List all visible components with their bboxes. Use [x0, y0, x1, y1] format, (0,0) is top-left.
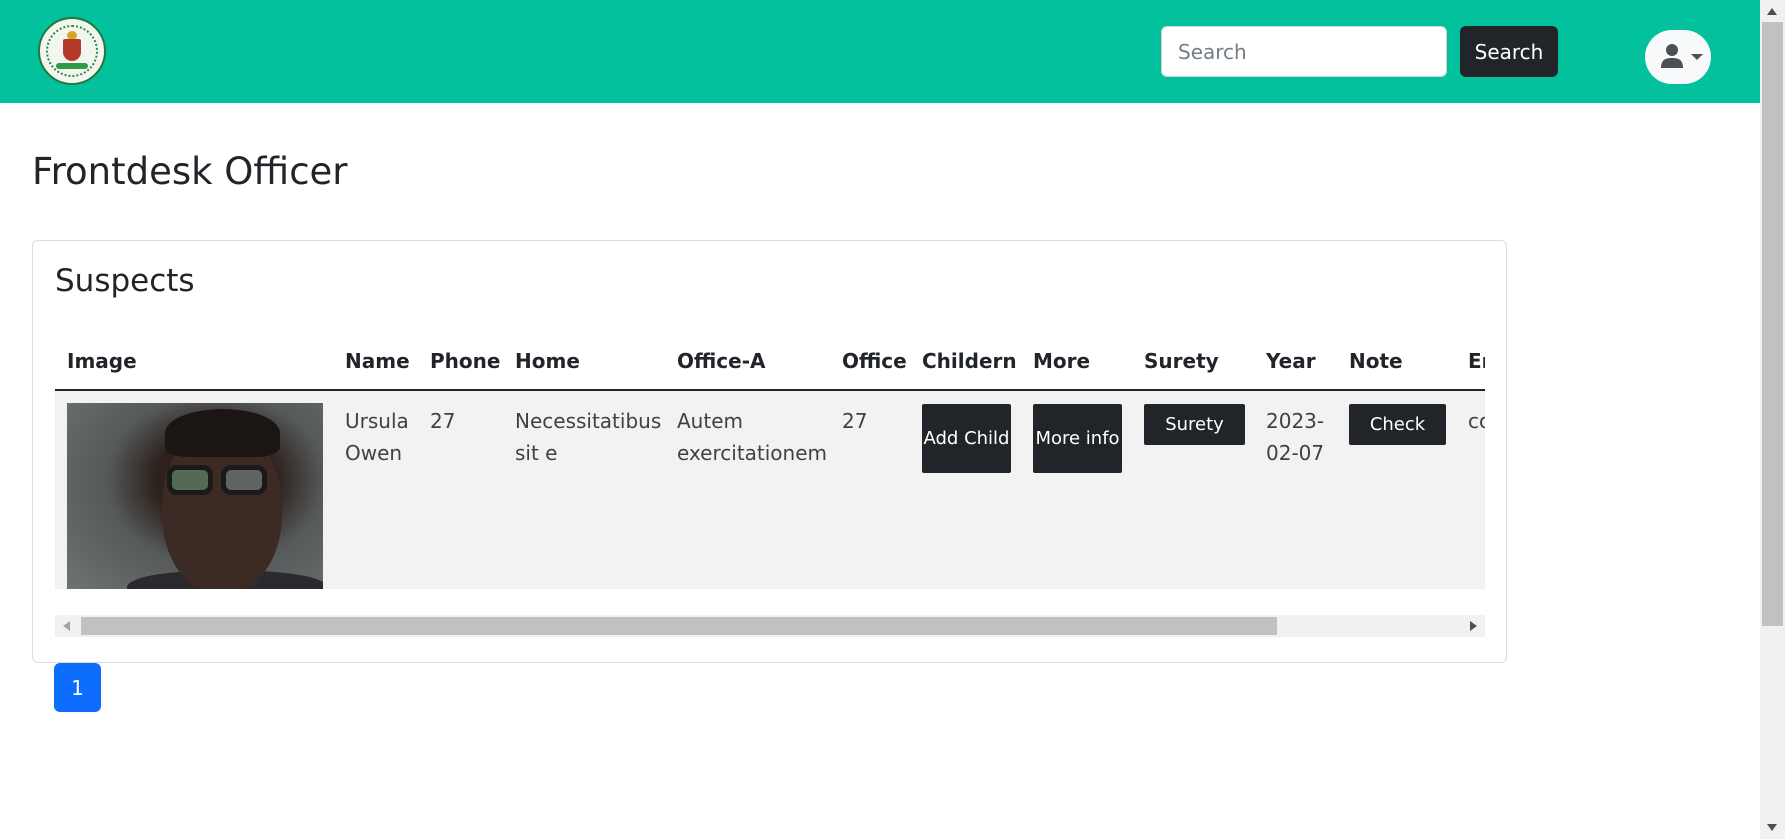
user-menu-dropdown[interactable] [1645, 30, 1711, 84]
suspects-card: Suspects Image Name Phone Home Office-A … [32, 240, 1507, 663]
cell-year: 2023-02-07 [1266, 409, 1325, 465]
pagination-page-1[interactable]: 1 [54, 663, 101, 712]
column-header-home: Home [515, 349, 580, 373]
search-button[interactable]: Search [1460, 26, 1558, 77]
logo-shield [63, 39, 81, 61]
cell-office: 27 [842, 409, 868, 433]
search-input[interactable] [1161, 26, 1447, 77]
chevron-down-icon [1691, 54, 1703, 60]
check-button[interactable]: Check [1349, 404, 1446, 445]
suspects-table: Image Name Phone Home Office-A Office Ch… [55, 327, 1485, 589]
column-header-surety: Surety [1144, 349, 1219, 373]
horizontal-scrollbar[interactable] [55, 615, 1485, 637]
suspect-photo [67, 403, 323, 589]
top-navbar: Search [0, 0, 1760, 103]
cell-name: Ursula Owen [345, 409, 409, 465]
scroll-left-icon[interactable] [63, 621, 70, 631]
scroll-right-icon[interactable] [1470, 621, 1477, 631]
column-header-phone: Phone [430, 349, 501, 373]
column-header-note: Note [1349, 349, 1403, 373]
vertical-scrollbar[interactable] [1760, 0, 1785, 839]
cell-phone: 27 [430, 409, 456, 433]
photo-glasses-left [167, 465, 213, 495]
column-header-name: Name [345, 349, 410, 373]
column-header-year: Year [1266, 349, 1316, 373]
scrollbar-thumb[interactable] [81, 617, 1277, 635]
add-child-button[interactable]: Add Child [922, 404, 1011, 473]
column-header-children: Childern [922, 349, 1017, 373]
column-header-office-a: Office-A [677, 349, 766, 373]
card-title: Suspects [55, 263, 195, 299]
column-header-more: More [1033, 349, 1091, 373]
scroll-up-icon[interactable] [1767, 8, 1777, 15]
scroll-down-icon[interactable] [1767, 824, 1777, 831]
photo-hair [165, 409, 280, 457]
scrollbar-thumb[interactable] [1762, 22, 1783, 626]
cell-office-a: Autem exercitationem [677, 409, 828, 465]
surety-button[interactable]: Surety [1144, 404, 1245, 445]
nigeria-coat-of-arms-logo[interactable] [38, 17, 106, 85]
more-info-button[interactable]: More info [1033, 404, 1122, 473]
logo-banner [56, 63, 88, 69]
column-header-email: Em [1468, 349, 1485, 373]
user-icon [1661, 44, 1683, 68]
page-title: Frontdesk Officer [32, 150, 348, 193]
cell-email: co [1468, 409, 1485, 433]
cell-home: Necessitatibus sit e [515, 409, 662, 465]
column-header-office: Office [842, 349, 907, 373]
photo-glasses-right [221, 465, 267, 495]
column-header-image: Image [67, 349, 137, 373]
